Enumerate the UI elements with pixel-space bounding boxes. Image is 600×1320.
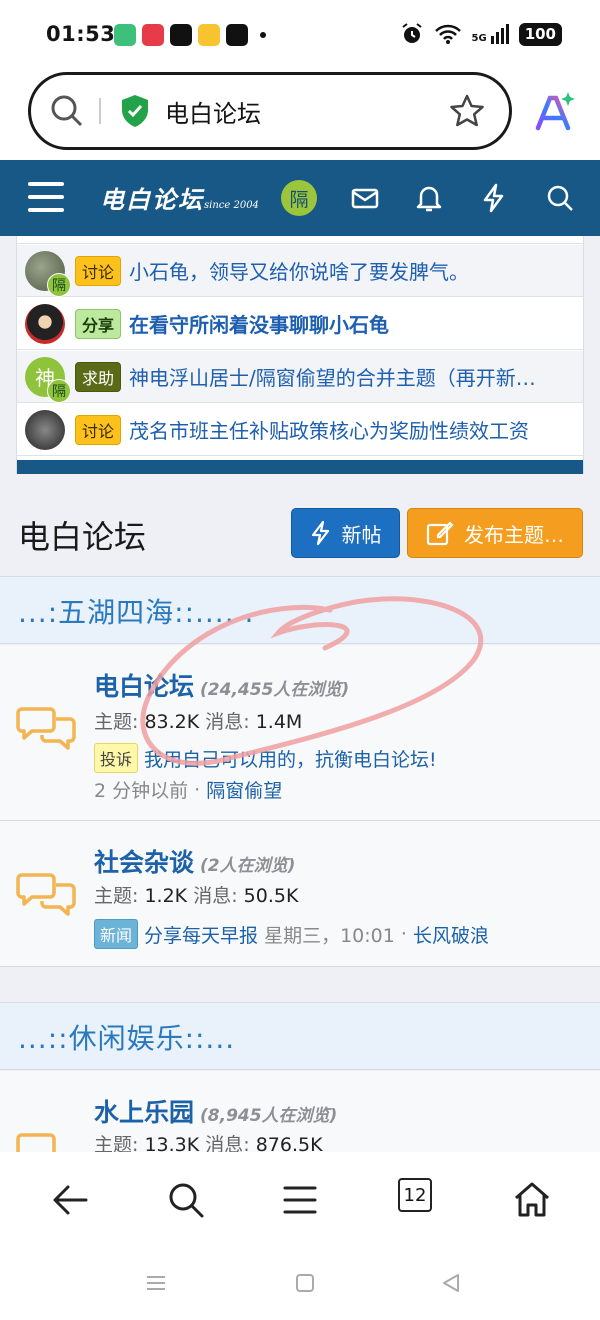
notification-icons <box>114 24 266 46</box>
alarm-icon <box>401 23 422 43</box>
category-header[interactable]: ...::休闲娱乐::... <box>0 1002 600 1070</box>
avatar[interactable] <box>25 303 65 344</box>
back-arrow-icon[interactable] <box>48 1178 92 1222</box>
category-header[interactable]: ...:五湖四海::.... . <box>0 576 600 644</box>
search-icon[interactable] <box>164 1178 208 1222</box>
page-title: 电白论坛 <box>18 518 147 556</box>
new-posts-button[interactable]: 新帖 <box>291 508 400 558</box>
lightning-icon[interactable] <box>478 182 510 214</box>
battery-indicator: 100 <box>518 22 562 46</box>
post-thread-label: 发布主题… <box>464 522 564 547</box>
system-nav-bar <box>0 1248 600 1320</box>
new-posts-label: 新帖 <box>341 522 382 547</box>
category-title[interactable]: ...:五湖四海::.... . <box>18 591 254 631</box>
phone-app-icon <box>114 24 136 46</box>
viewer-count: (24,455人在浏览) <box>200 680 350 700</box>
latest-post[interactable]: 投诉 我用自己可以用的，抗衡电白论坛! <box>94 743 437 773</box>
thread-prefix[interactable]: 求助 <box>75 361 122 392</box>
search-icon[interactable] <box>544 182 576 214</box>
thread-title[interactable]: 小石龟，领导又给你说啥了要发脾气。 <box>129 256 469 285</box>
latest-threads-card: 隔 讨论 小石龟，领导又给你说啥了要发脾气。 分享 在看守所闲着没事聊聊小石龟 … <box>16 236 584 474</box>
status-time: 01:53 <box>46 22 116 46</box>
shop-app-icon <box>142 24 164 46</box>
home-button-icon[interactable] <box>294 1272 316 1294</box>
menu-icon[interactable] <box>278 1178 322 1222</box>
latest-post-time: 2 分钟以前 <box>94 780 189 802</box>
tiktok-app-icon <box>170 24 192 46</box>
status-bar: 01:53 5G 100 <box>0 0 600 70</box>
forum-name[interactable]: 水上乐园 (8,945人在浏览) <box>94 1093 337 1129</box>
shield-check-icon <box>122 95 148 127</box>
thread-prefix[interactable]: 讨论 <box>75 414 122 445</box>
browser-address-bar: 电白论坛 <box>0 70 600 160</box>
thread-title[interactable]: 神电浮山居士/隔窗偷望的合并主题（再开新… <box>129 362 536 391</box>
forum-node[interactable]: 电白论坛 (24,455人在浏览) 主题: 83.2K 消息: 1.4M 投诉 我… <box>0 645 600 821</box>
thread-row[interactable]: 隔 讨论 小石龟，领导又给你说啥了要发脾气。 <box>17 245 583 297</box>
back-triangle-icon[interactable] <box>440 1272 462 1294</box>
wifi-icon <box>434 24 461 44</box>
avatar[interactable] <box>25 409 65 450</box>
signal-icon: 5G <box>472 24 509 44</box>
latest-post-title[interactable]: 我用自己可以用的，抗衡电白论坛! <box>144 745 437 772</box>
latest-post[interactable]: 新闻 分享每天早报 星期三，10:01 · 长风破浪 <box>94 919 489 949</box>
bell-icon[interactable] <box>413 182 445 214</box>
avatar[interactable]: 神隔 <box>25 356 71 403</box>
lightning-icon <box>311 520 329 546</box>
search-icon[interactable] <box>47 91 87 131</box>
chat-bubbles-icon <box>16 873 76 916</box>
tabs-button[interactable]: 12 <box>398 1178 432 1212</box>
latest-post-user[interactable]: 长风破浪 <box>413 921 489 948</box>
browser-bottom-nav: 12 <box>0 1152 600 1248</box>
thread-row[interactable]: 神隔 求助 神电浮山居士/隔窗偷望的合并主题（再开新… <box>17 351 583 403</box>
network-type: 5G <box>471 33 487 44</box>
latest-post-user[interactable]: 隔窗偷望 <box>206 776 282 803</box>
post-thread-button[interactable]: 发布主题… <box>407 508 583 558</box>
url-text[interactable]: 电白论坛 <box>165 94 449 129</box>
url-field[interactable]: 电白论坛 <box>28 72 512 150</box>
status-right: 5G 100 <box>400 22 562 46</box>
user-avatar[interactable]: 隔 <box>281 180 317 216</box>
capcut-app-icon <box>226 24 248 46</box>
site-logo[interactable]: 电白论坛since 2004 <box>100 180 259 215</box>
latest-post-time: 星期三，10:01 <box>264 924 395 947</box>
thread-title[interactable]: 在看守所闲着没事聊聊小石龟 <box>129 309 389 338</box>
card-footer <box>17 460 583 474</box>
thread-prefix[interactable]: 讨论 <box>75 255 122 286</box>
forum-stats: 主题: 1.2K 消息: 50.5K <box>94 885 299 907</box>
url-divider <box>99 98 101 124</box>
thread-row[interactable]: 分享 在看守所闲着没事聊聊小石龟 <box>17 298 583 350</box>
logo-since: since 2004 <box>204 200 259 211</box>
more-dot-icon <box>260 32 266 38</box>
menu-icon[interactable] <box>28 182 64 212</box>
mail-icon[interactable] <box>349 182 381 214</box>
heart-app-icon <box>198 24 220 46</box>
avatar[interactable]: 隔 <box>25 250 71 297</box>
post-prefix[interactable]: 投诉 <box>94 743 139 773</box>
home-icon[interactable] <box>510 1178 554 1222</box>
forum-name[interactable]: 电白论坛 (24,455人在浏览) <box>94 667 349 703</box>
recents-icon[interactable] <box>145 1272 167 1294</box>
ai-assistant-icon[interactable] <box>532 90 576 134</box>
forum-stats: 主题: 83.2K 消息: 1.4M <box>94 711 303 733</box>
forum-node[interactable]: 水上乐园 (8,945人在浏览) 主题: 13.3K 消息: 876.5K <box>0 1071 600 1166</box>
viewer-count: (2人在浏览) <box>200 856 296 876</box>
category-title[interactable]: ...::休闲娱乐::... <box>18 1017 235 1057</box>
forum-header: 电白论坛since 2004 隔 <box>0 160 600 236</box>
edit-icon <box>426 521 454 546</box>
forum-name[interactable]: 社会杂谈 (2人在浏览) <box>94 843 295 879</box>
latest-post-meta: 2 分钟以前 · 隔窗偷望 <box>94 776 282 803</box>
post-prefix[interactable]: 新闻 <box>94 919 139 949</box>
viewer-count: (8,945人在浏览) <box>200 1106 338 1126</box>
forum-node[interactable]: 社会杂谈 (2人在浏览) 主题: 1.2K 消息: 50.5K 新闻 分享每天早报… <box>0 821 600 967</box>
chat-bubbles-icon <box>16 707 76 750</box>
thread-prefix[interactable]: 分享 <box>75 308 122 339</box>
thread-row[interactable]: 讨论 茂名市班主任补贴政策核心为奖励性绩效工资 <box>17 404 583 456</box>
thread-title[interactable]: 茂名市班主任补贴政策核心为奖励性绩效工资 <box>129 415 529 444</box>
star-icon[interactable] <box>449 93 485 129</box>
latest-post-title[interactable]: 分享每天早报 <box>144 921 258 948</box>
